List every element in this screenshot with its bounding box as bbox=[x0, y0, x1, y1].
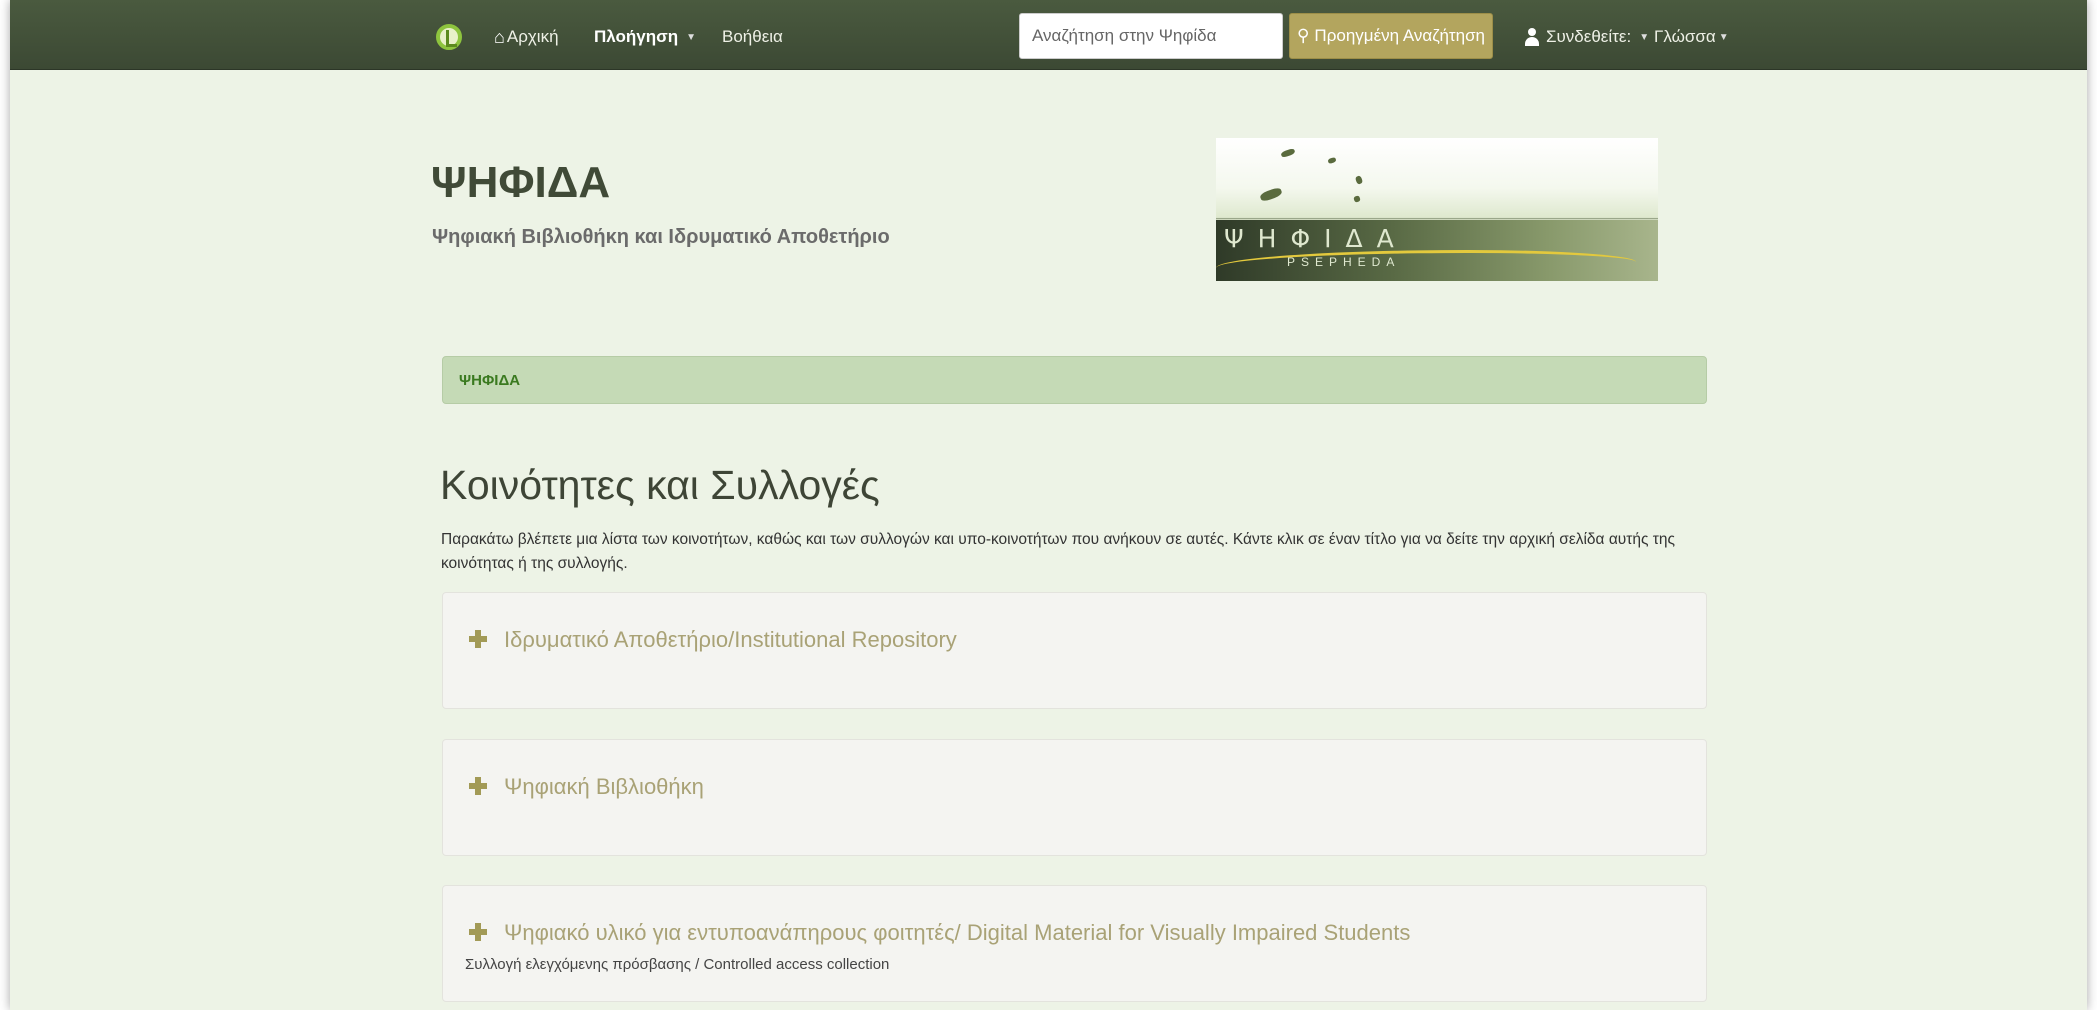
plus-icon[interactable] bbox=[469, 777, 487, 795]
home-icon: ⌂ bbox=[494, 26, 505, 47]
language-dropdown[interactable]: Γλώσσα ▼ bbox=[1654, 26, 1729, 48]
logo-icon[interactable] bbox=[436, 24, 462, 50]
nav-browse-dropdown[interactable]: Πλοήγηση ▼ bbox=[594, 26, 696, 48]
banner-image: ΨΗΦΙΔΑ PSEPHEDA bbox=[1216, 138, 1658, 281]
top-navbar: ⌂ Αρχική Πλοήγηση ▼ Βοήθεια ⚲ Προηγμένη … bbox=[10, 0, 2087, 70]
login-label: Συνδεθείτε: bbox=[1546, 27, 1632, 46]
intro-text: Παρακάτω βλέπετε μια λίστα των κοινοτήτω… bbox=[441, 531, 1675, 572]
breadcrumb-current[interactable]: ΨΗΦΙΔΑ bbox=[459, 372, 520, 389]
nav-home-link[interactable]: ⌂ Αρχική bbox=[494, 26, 559, 48]
nav-browse-label: Πλοήγηση bbox=[594, 27, 679, 46]
banner-subtitle: PSEPHEDA bbox=[1287, 255, 1401, 269]
banner-title: ΨΗΦΙΔΑ bbox=[1224, 224, 1408, 253]
login-dropdown[interactable]: Συνδεθείτε: ▼ bbox=[1524, 26, 1649, 48]
page-frame: ⌂ Αρχική Πλοήγηση ▼ Βοήθεια ⚲ Προηγμένη … bbox=[10, 0, 2087, 1010]
chevron-down-icon: ▼ bbox=[686, 31, 697, 43]
nav-help-link[interactable]: Βοήθεια bbox=[722, 26, 783, 48]
community-title-link[interactable]: Ψηφιακό υλικό για εντυποανάπηρους φοιτητ… bbox=[504, 920, 1410, 946]
breadcrumb: ΨΗΦΙΔΑ bbox=[442, 356, 1707, 404]
search-icon: ⚲ bbox=[1296, 26, 1310, 45]
page-heading: Κοινότητες και Συλλογές bbox=[440, 462, 880, 508]
chevron-down-icon: ▼ bbox=[1718, 31, 1729, 43]
community-item: Ψηφιακό υλικό για εντυποανάπηρους φοιτητ… bbox=[442, 885, 1707, 1002]
language-label: Γλώσσα bbox=[1654, 27, 1716, 46]
site-title: ΨΗΦΙΔΑ bbox=[431, 158, 611, 207]
advanced-search-label: Προηγμένη Αναζήτηση bbox=[1314, 26, 1486, 45]
community-title-link[interactable]: Ψηφιακή Βιβλιοθήκη bbox=[504, 774, 704, 800]
site-subtitle: Ψηφιακή Βιβλιοθήκη και Ιδρυματικό Αποθετ… bbox=[432, 226, 890, 248]
chevron-down-icon: ▼ bbox=[1639, 31, 1650, 43]
community-description: Συλλογή ελεγχόμενης πρόσβασης / Controll… bbox=[465, 956, 890, 973]
nav-help-label: Βοήθεια bbox=[722, 27, 783, 46]
nav-home-label: Αρχική bbox=[506, 27, 559, 46]
community-item: Ιδρυματικό Αποθετήριο/Institutional Repo… bbox=[442, 592, 1707, 709]
plus-icon[interactable] bbox=[469, 923, 487, 941]
plus-icon[interactable] bbox=[469, 630, 487, 648]
user-icon bbox=[1524, 28, 1540, 46]
search-input[interactable] bbox=[1019, 13, 1283, 59]
community-title-link[interactable]: Ιδρυματικό Αποθετήριο/Institutional Repo… bbox=[504, 627, 957, 653]
community-item: Ψηφιακή Βιβλιοθήκη bbox=[442, 739, 1707, 856]
advanced-search-button[interactable]: ⚲ Προηγμένη Αναζήτηση bbox=[1289, 13, 1493, 59]
